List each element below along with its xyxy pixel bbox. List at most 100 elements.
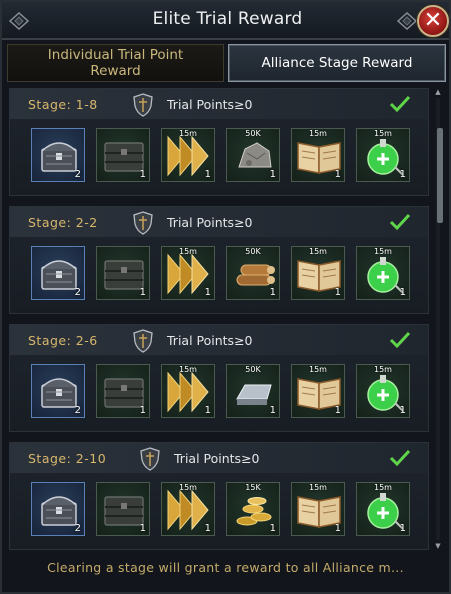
scroll-down-icon[interactable]: ▼: [434, 542, 442, 550]
item-quantity: 1: [269, 287, 276, 298]
item-tag: 15m: [179, 129, 197, 138]
item-quantity: 2: [74, 523, 81, 534]
reward-item-slot[interactable]: 50K 1: [226, 128, 280, 182]
item-quantity: 1: [334, 287, 341, 298]
tab-alliance-stage-reward[interactable]: Alliance Stage Reward: [228, 44, 446, 82]
reward-card: Stage: 2-6 Trial Points≥0 2 1 15m 1 50K 1 15m 1…: [9, 324, 429, 432]
reward-item-slot[interactable]: 1: [96, 482, 150, 536]
reward-window: Elite Trial Reward ✕ Individual Trial Po…: [0, 0, 451, 594]
reward-item-slot[interactable]: 15K 1: [226, 482, 280, 536]
reward-item-slot[interactable]: 15m 1: [161, 246, 215, 300]
stage-label: Stage: 1-8: [28, 97, 98, 112]
shield-icon: [140, 447, 160, 471]
scroll-thumb[interactable]: [437, 128, 443, 223]
item-quantity: 1: [139, 169, 146, 180]
trial-points-requirement: Trial Points≥0: [167, 97, 253, 112]
item-tag: 15K: [245, 483, 261, 492]
stage-label: Stage: 2-6: [28, 333, 98, 348]
shield-icon: [133, 329, 153, 353]
item-quantity: 1: [204, 169, 211, 180]
item-tag: 50K: [245, 129, 261, 138]
item-tag: 15m: [374, 129, 392, 138]
close-icon: ✕: [423, 8, 443, 33]
reward-list[interactable]: Stage: 1-8 Trial Points≥0 2 1 15m 1 50K 1 15m 1…: [9, 88, 429, 550]
scrollbar[interactable]: ▲ ▼: [434, 88, 443, 550]
reward-card: Stage: 2-2 Trial Points≥0 2 1 15m 1 50K 1 15m 1…: [9, 206, 429, 314]
item-quantity: 1: [269, 169, 276, 180]
reward-item-slot[interactable]: 15m 1: [291, 128, 345, 182]
shield-icon: [133, 211, 153, 235]
reward-card-header: Stage: 2-10 Trial Points≥0: [10, 443, 428, 473]
window-header: Elite Trial Reward ✕: [2, 2, 449, 40]
tab-bar: Individual Trial Point Reward Alliance S…: [7, 44, 446, 82]
item-quantity: 2: [74, 405, 81, 416]
reward-item-slot[interactable]: 2: [31, 364, 85, 418]
tab-label: Alliance Stage Reward: [261, 55, 413, 71]
item-quantity: 1: [139, 405, 146, 416]
item-quantity: 1: [334, 169, 341, 180]
reward-item-slot[interactable]: 15m 1: [161, 364, 215, 418]
close-button[interactable]: ✕: [417, 5, 449, 37]
item-quantity: 1: [204, 287, 211, 298]
reward-item-slot[interactable]: 1: [96, 246, 150, 300]
item-tag: 15m: [179, 483, 197, 492]
item-quantity: 1: [399, 523, 406, 534]
stage-label: Stage: 2-10: [28, 451, 107, 466]
item-tag: 15m: [374, 365, 392, 374]
reward-item-slot[interactable]: 15m 1: [356, 364, 410, 418]
reward-items: 2 1 15m 1 50K 1 15m 1 15m 1: [31, 128, 411, 182]
tab-label-line1: Individual Trial Point: [47, 47, 184, 63]
item-quantity: 2: [74, 287, 81, 298]
item-tag: 15m: [179, 365, 197, 374]
reward-card-header: Stage: 2-2 Trial Points≥0: [10, 207, 428, 237]
reward-item-slot[interactable]: 15m 1: [291, 246, 345, 300]
item-quantity: 1: [204, 523, 211, 534]
reward-item-slot[interactable]: 15m 1: [356, 482, 410, 536]
scroll-track[interactable]: [436, 98, 443, 540]
item-tag: 50K: [245, 247, 261, 256]
item-tag: 15m: [374, 483, 392, 492]
item-tag: 15m: [309, 247, 327, 256]
reward-item-slot[interactable]: 15m 1: [161, 128, 215, 182]
footer-note: Clearing a stage will grant a reward to …: [47, 560, 404, 575]
item-quantity: 1: [139, 287, 146, 298]
trial-points-requirement: Trial Points≥0: [174, 451, 260, 466]
scroll-up-icon[interactable]: ▲: [434, 88, 442, 96]
item-quantity: 1: [399, 287, 406, 298]
reward-item-slot[interactable]: 2: [31, 246, 85, 300]
reward-item-slot[interactable]: 2: [31, 482, 85, 536]
item-quantity: 1: [139, 523, 146, 534]
item-tag: 15m: [309, 483, 327, 492]
item-quantity: 1: [334, 523, 341, 534]
reward-card-header: Stage: 1-8 Trial Points≥0: [10, 89, 428, 119]
shield-icon: [133, 93, 153, 117]
reward-item-slot[interactable]: 15m 1: [291, 482, 345, 536]
item-quantity: 1: [269, 405, 276, 416]
reward-item-slot[interactable]: 15m 1: [356, 246, 410, 300]
reward-item-slot[interactable]: 15m 1: [356, 128, 410, 182]
reward-item-slot[interactable]: 15m 1: [291, 364, 345, 418]
reward-item-slot[interactable]: 1: [96, 364, 150, 418]
check-icon: [389, 449, 411, 467]
reward-items: 2 1 15m 1 50K 1 15m 1 15m 1: [31, 364, 411, 418]
reward-item-slot[interactable]: 50K 1: [226, 364, 280, 418]
reward-card: Stage: 1-8 Trial Points≥0 2 1 15m 1 50K 1 15m 1…: [9, 88, 429, 196]
check-icon: [389, 213, 411, 231]
item-quantity: 1: [334, 405, 341, 416]
item-quantity: 1: [399, 169, 406, 180]
tab-label: Individual Trial Point Reward: [48, 47, 183, 79]
trial-points-requirement: Trial Points≥0: [167, 333, 253, 348]
reward-item-slot[interactable]: 2: [31, 128, 85, 182]
reward-item-slot[interactable]: 50K 1: [226, 246, 280, 300]
stage-label: Stage: 2-2: [28, 215, 98, 230]
trial-points-requirement: Trial Points≥0: [167, 215, 253, 230]
reward-items: 2 1 15m 1 15K 1 15m 1 15m 1: [31, 482, 411, 536]
window-title: Elite Trial Reward: [152, 9, 303, 29]
check-icon: [389, 95, 411, 113]
tab-individual-trial-point-reward[interactable]: Individual Trial Point Reward: [7, 44, 224, 82]
reward-card-header: Stage: 2-6 Trial Points≥0: [10, 325, 428, 355]
reward-item-slot[interactable]: 1: [96, 128, 150, 182]
item-tag: 50K: [245, 365, 261, 374]
item-quantity: 1: [269, 523, 276, 534]
reward-item-slot[interactable]: 15m 1: [161, 482, 215, 536]
